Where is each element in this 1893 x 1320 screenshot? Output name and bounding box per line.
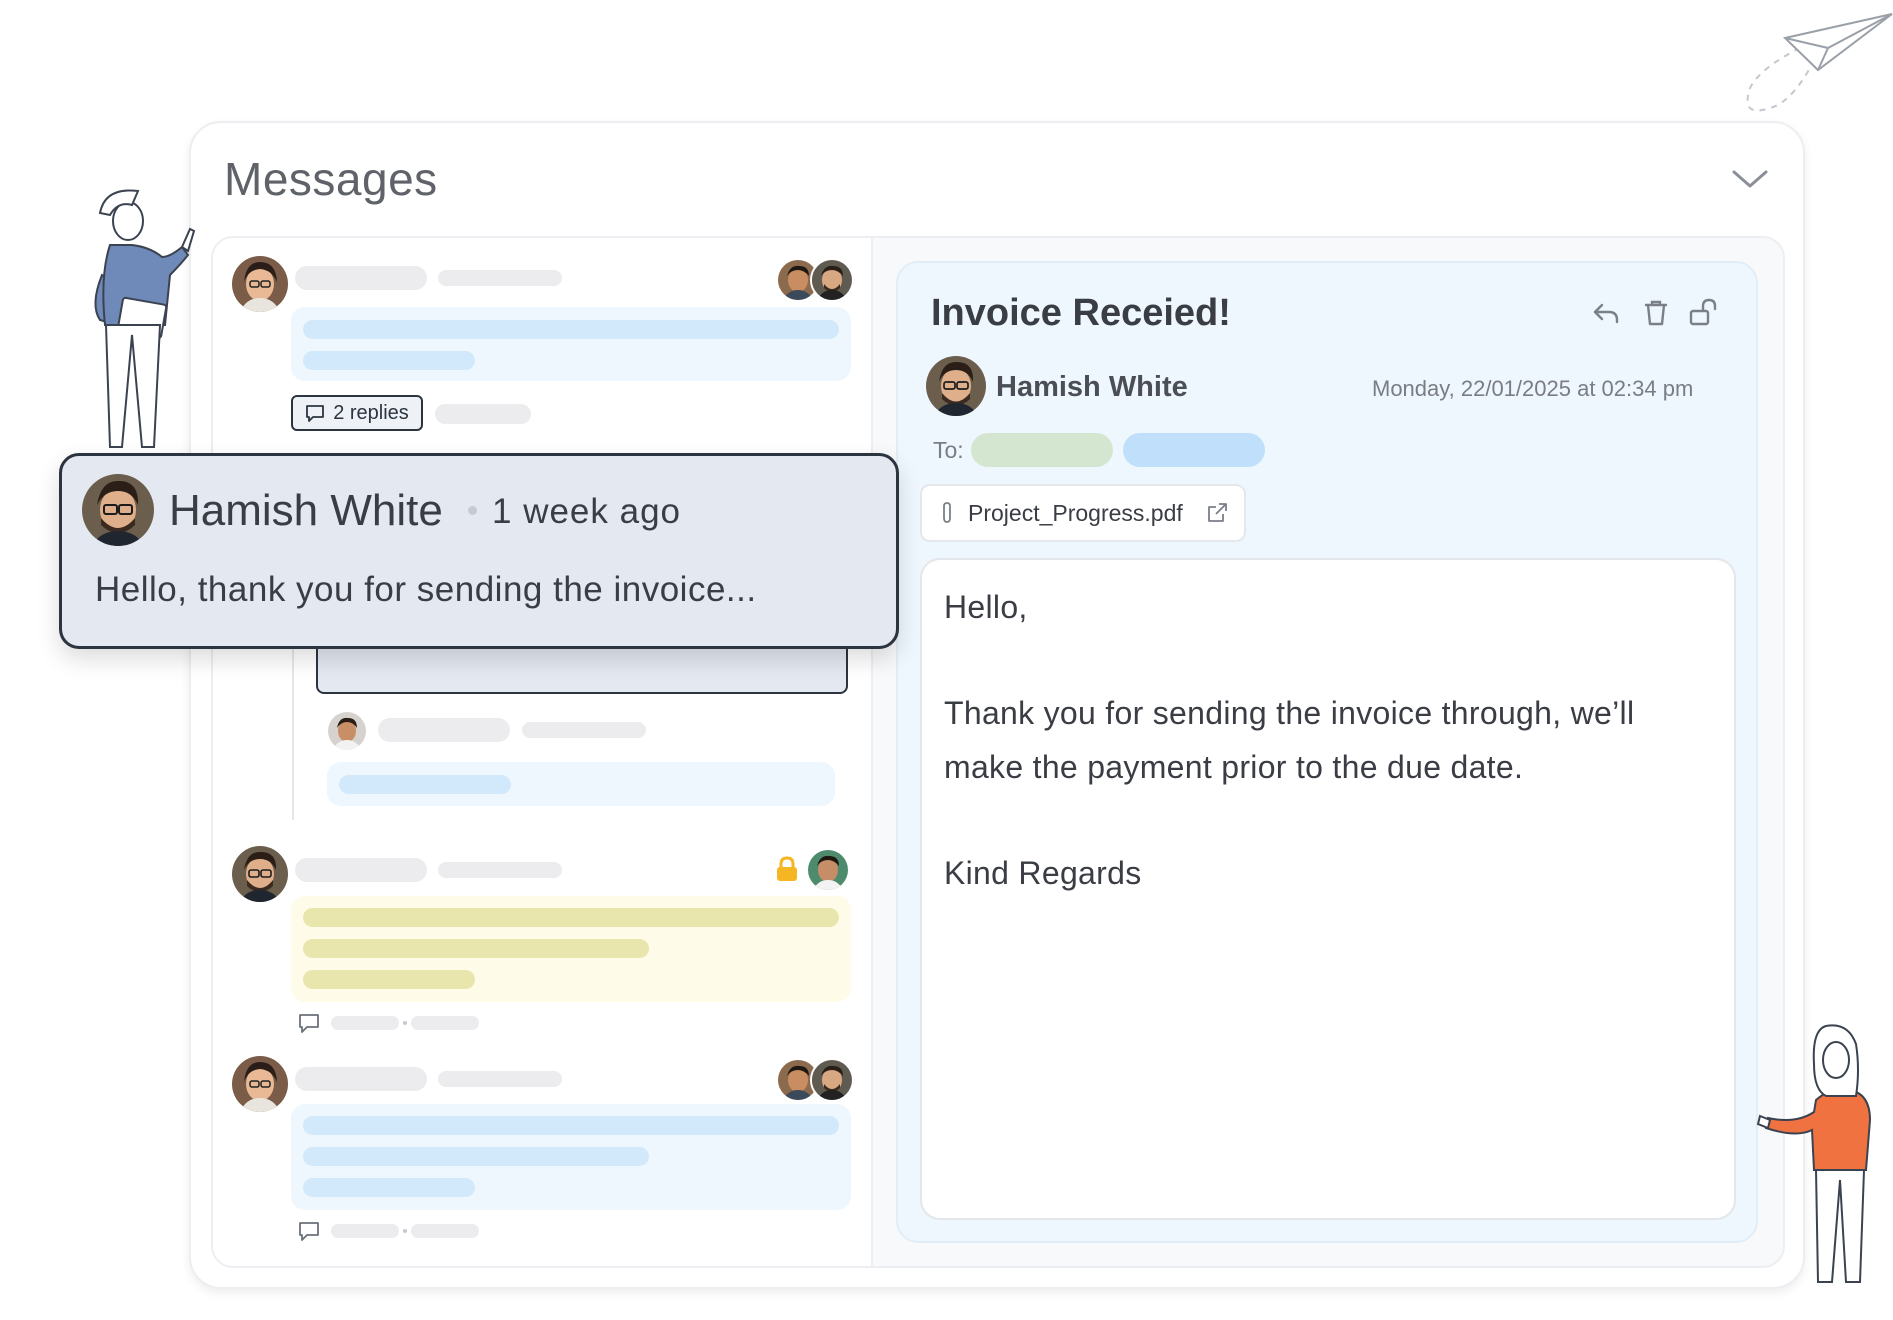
skeleton — [438, 270, 562, 286]
to-label: To: — [933, 437, 964, 463]
message-popup[interactable] — [59, 453, 899, 649]
replies-button[interactable]: 2 replies — [291, 395, 423, 431]
skeleton — [411, 1016, 479, 1030]
avatar[interactable] — [810, 258, 854, 302]
paperclip-icon — [943, 502, 951, 523]
avatar[interactable] — [328, 712, 366, 750]
chevron-down-icon[interactable] — [1730, 164, 1770, 194]
message-datetime: Monday, 22/01/2025 at 02:34 pm — [1372, 376, 1694, 401]
skeleton — [411, 1224, 479, 1238]
trash-icon[interactable] — [1640, 297, 1672, 329]
reply-icon[interactable] — [1590, 297, 1622, 329]
body-signoff: Kind Regards — [944, 855, 1142, 891]
skeleton — [435, 404, 531, 424]
skeleton — [303, 1178, 475, 1197]
skeleton — [331, 1224, 399, 1238]
sender-avatar[interactable] — [926, 356, 986, 416]
popup-sender: Hamish White — [169, 486, 443, 535]
skeleton — [295, 858, 427, 882]
card-title: Messages — [224, 153, 438, 205]
attachment[interactable]: Project_Progress.pdf — [920, 484, 1246, 542]
man-illustration — [94, 189, 196, 448]
dot-separator — [468, 506, 477, 515]
sender-name: Hamish White — [996, 371, 1188, 403]
dot-separator — [403, 1229, 407, 1233]
skeleton — [303, 970, 475, 989]
comment-icon[interactable] — [298, 1220, 320, 1242]
popup-preview: Hello, thank you for sending the invoice… — [95, 570, 757, 609]
skeleton — [438, 862, 562, 878]
body-line: make the payment prior to the due date. — [944, 749, 1524, 785]
body-line: Thank you for sending the invoice throug… — [944, 695, 1635, 731]
skeleton — [303, 351, 475, 370]
skeleton — [295, 1067, 427, 1091]
skeleton — [303, 908, 839, 927]
woman-illustration — [1756, 1024, 1872, 1283]
paper-plane-icon — [1746, 13, 1893, 112]
skeleton — [331, 1016, 399, 1030]
avatar[interactable] — [232, 846, 288, 902]
comment-icon[interactable] — [298, 1012, 320, 1034]
skeleton — [303, 320, 839, 339]
attachment-name: Project_Progress.pdf — [968, 499, 1183, 526]
body-greeting: Hello, — [944, 589, 1028, 625]
skeleton — [303, 939, 649, 958]
skeleton — [438, 1071, 562, 1087]
recipient-chip[interactable] — [1123, 433, 1265, 467]
external-link-icon[interactable] — [1205, 501, 1229, 525]
message-title: Invoice Receied! — [931, 292, 1231, 334]
popup-avatar — [82, 474, 154, 546]
avatar[interactable] — [810, 1058, 854, 1102]
recipient-chip[interactable] — [971, 433, 1113, 467]
skeleton — [303, 1147, 649, 1166]
popup-time: 1 week ago — [492, 492, 682, 531]
skeleton — [303, 1116, 839, 1135]
skeleton — [295, 266, 427, 290]
skeleton — [522, 722, 646, 738]
skeleton — [378, 718, 510, 742]
skeleton — [339, 775, 511, 794]
avatar[interactable] — [808, 850, 848, 890]
dot-separator — [403, 1021, 407, 1025]
avatar[interactable] — [232, 1056, 288, 1112]
comment-icon — [306, 405, 325, 422]
replies-label: 2 replies — [333, 401, 409, 424]
unlock-icon[interactable] — [1688, 297, 1720, 329]
lock-icon — [777, 856, 797, 881]
avatar[interactable] — [232, 256, 288, 312]
